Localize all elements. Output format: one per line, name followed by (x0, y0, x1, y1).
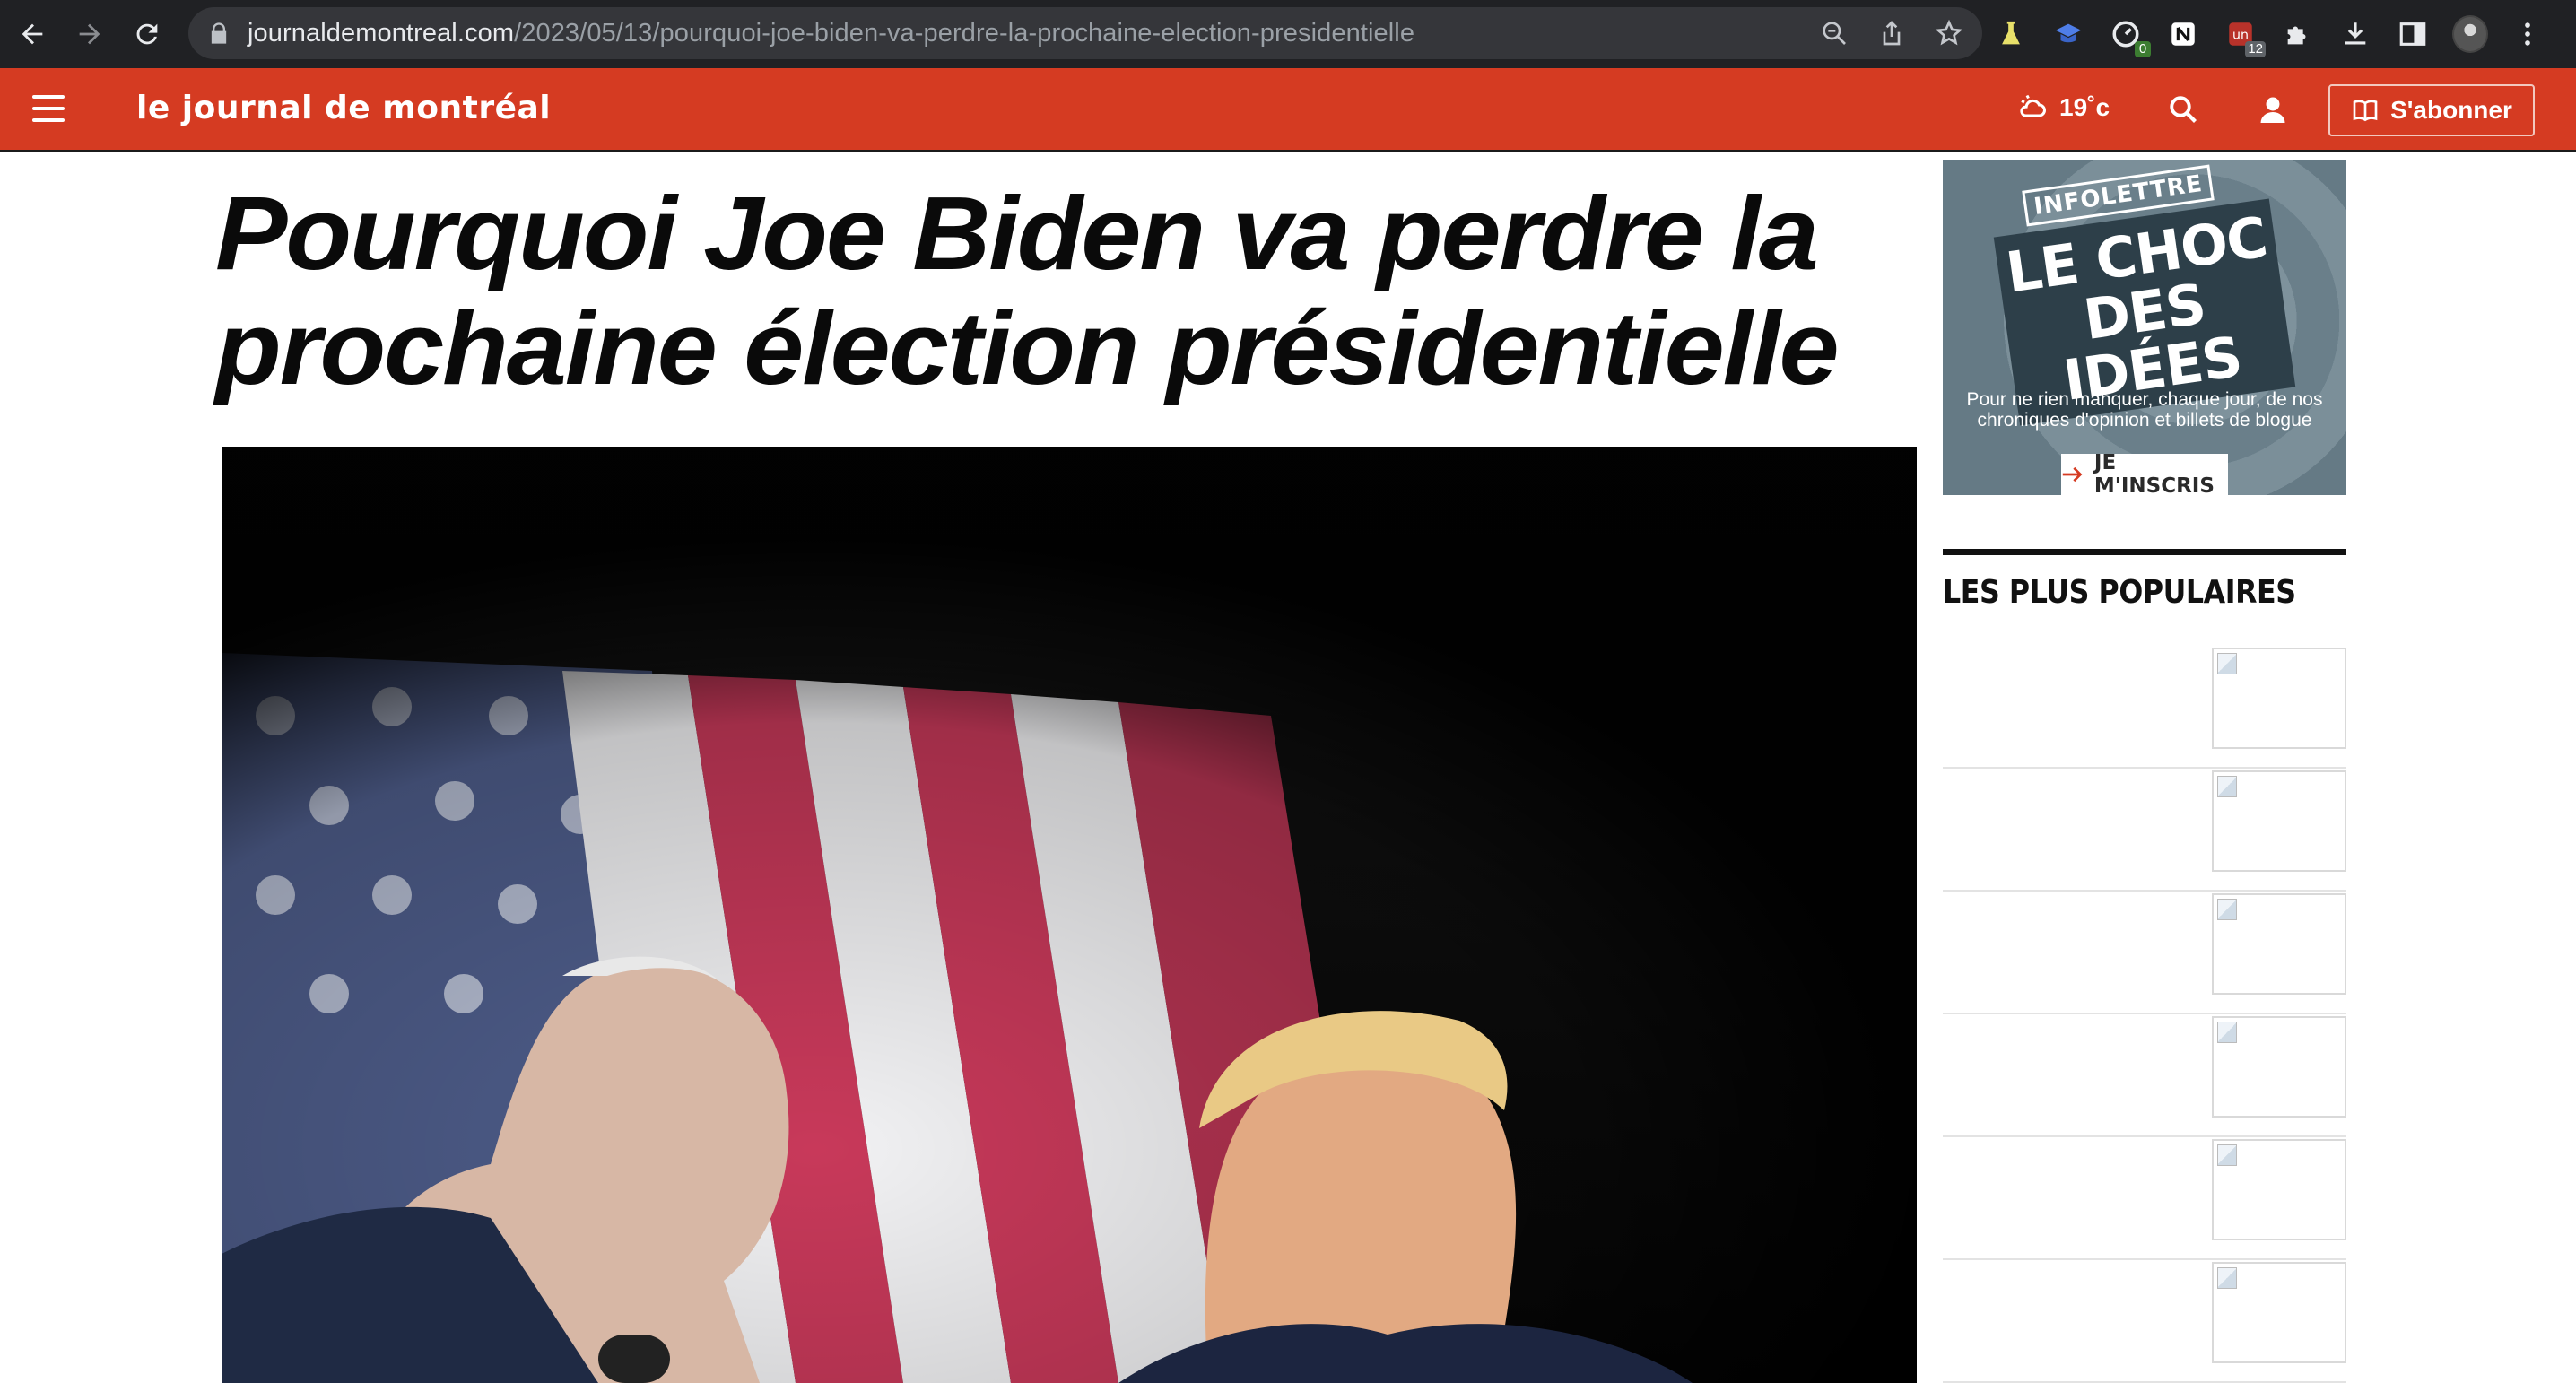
list-item[interactable] (1943, 1014, 2346, 1137)
url-text: journaldemontreal.com/2023/05/13/pourquo… (248, 19, 1414, 48)
broken-image-thumbnail (2212, 1262, 2346, 1363)
url-path: /2023/05/13/pourquoi-joe-biden-va-perdre… (514, 18, 1415, 48)
site-header: le journal de montréal 19˚c S'abonner (0, 68, 2576, 152)
popular-list (1943, 646, 2346, 1383)
user-icon[interactable] (2255, 91, 2291, 127)
menu-kebab-icon[interactable] (2510, 16, 2546, 52)
extensions-bar: 0 un 12 (1993, 0, 2546, 68)
list-item[interactable] (1943, 892, 2346, 1014)
cloud-sun-icon (2020, 94, 2046, 117)
broken-image-thumbnail (2212, 770, 2346, 872)
subscribe-label: S'abonner (2390, 96, 2512, 124)
hero-image (222, 447, 1917, 1383)
popular-title: LES PLUS POPULAIRES (1943, 574, 2296, 611)
promo-text: Pour ne rien manquer, chaque jour, de no… (1966, 389, 2323, 431)
puzzle-icon[interactable] (2280, 16, 2316, 52)
book-icon (2353, 100, 2378, 122)
gauge-badge: 0 (2135, 41, 2151, 57)
weather-temperature: 19˚c (2059, 93, 2110, 121)
list-item[interactable] (1943, 1137, 2346, 1260)
reload-button[interactable] (118, 5, 176, 63)
forward-button[interactable] (61, 5, 118, 63)
un-badge: 12 (2245, 41, 2266, 57)
list-item[interactable] (1943, 646, 2346, 769)
list-item[interactable] (1943, 1260, 2346, 1383)
zoom-icon[interactable] (1817, 16, 1851, 50)
url-host: journaldemontreal.com (248, 18, 515, 48)
reload-icon (136, 23, 158, 45)
newsletter-promo[interactable]: INFOLETTRE LE CHOC DES IDÉES Pour ne rie… (1943, 160, 2346, 495)
address-bar[interactable]: journaldemontreal.com/2023/05/13/pourquo… (188, 7, 1982, 59)
profile-avatar[interactable] (2452, 15, 2488, 53)
site-logo[interactable]: le journal de montréal (136, 90, 551, 126)
svg-text:un: un (2232, 29, 2249, 43)
signup-label: JE M'INSCRIS (2093, 451, 2215, 495)
search-icon[interactable] (2165, 91, 2201, 127)
hamburger-menu-icon[interactable] (32, 95, 65, 122)
back-button[interactable] (4, 5, 61, 63)
lock-icon (206, 21, 231, 46)
arrow-right-icon (79, 23, 100, 45)
signup-button[interactable]: JE M'INSCRIS (2061, 451, 2228, 495)
arrow-right-icon (2062, 466, 2083, 483)
arrow-left-icon (22, 23, 43, 45)
download-icon[interactable] (2337, 16, 2373, 52)
broken-image-thumbnail (2212, 1016, 2346, 1118)
avatar (2452, 15, 2488, 53)
broken-image-thumbnail (2212, 893, 2346, 995)
un-icon[interactable]: un 12 (2223, 16, 2266, 57)
article-headline: Pourquoi Joe Biden va perdre la prochain… (215, 175, 1840, 406)
list-item[interactable] (1943, 769, 2346, 892)
sidepanel-icon[interactable] (2395, 16, 2431, 52)
bookmark-star-icon[interactable] (1932, 16, 1966, 50)
share-icon[interactable] (1875, 16, 1909, 50)
popular-divider (1943, 549, 2346, 555)
weather-widget[interactable]: 19˚c (2016, 91, 2110, 124)
gauge-icon[interactable]: 0 (2108, 16, 2151, 57)
browser-toolbar: journaldemontreal.com/2023/05/13/pourquo… (0, 0, 2576, 68)
flask-icon[interactable] (1993, 16, 2029, 52)
subscribe-button[interactable]: S'abonner (2328, 84, 2535, 136)
broken-image-thumbnail (2212, 648, 2346, 749)
broken-image-thumbnail (2212, 1139, 2346, 1240)
hat-icon[interactable] (2050, 16, 2086, 52)
notion-icon[interactable] (2165, 16, 2201, 52)
